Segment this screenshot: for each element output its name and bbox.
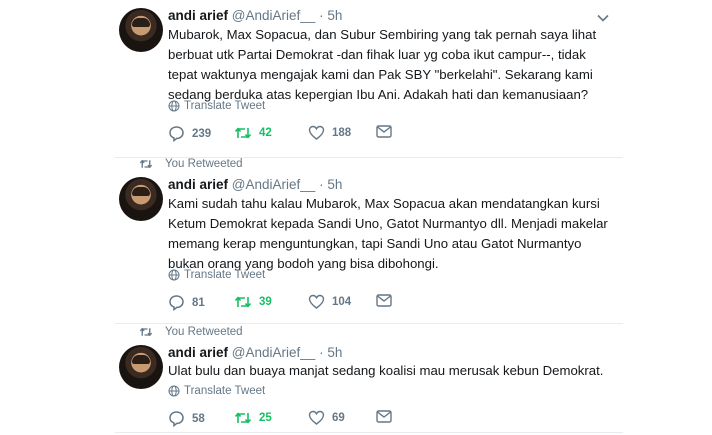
tweet-text: Ulat bulu dan buaya manjat sedang koalis…	[168, 363, 604, 378]
author-handle[interactable]: @AndiArief__	[232, 177, 316, 192]
author-name[interactable]: andi arief	[168, 8, 228, 23]
separator-dot: ·	[319, 177, 324, 192]
tweet-header: andi arief @AndiArief__ · 5h	[168, 177, 342, 192]
separator-dot: ·	[319, 8, 324, 23]
translate-label: Translate Tweet	[184, 385, 266, 397]
translate-tweet-link[interactable]: Translate Tweet	[168, 100, 265, 112]
message-icon	[376, 410, 392, 423]
reply-count: 58	[192, 412, 205, 425]
retweet-count: 42	[259, 127, 272, 139]
message-icon	[376, 294, 392, 307]
tweet-actions: 58 25 69	[168, 410, 468, 430]
retweet-button[interactable]: 42	[234, 125, 272, 141]
tweet-time[interactable]: 5h	[327, 345, 342, 360]
retweet-icon	[139, 159, 153, 169]
like-button[interactable]: 104	[308, 294, 351, 310]
like-button[interactable]: 69	[308, 410, 345, 426]
retweet-count: 39	[259, 296, 272, 308]
tweet-text: Mubarok, Max Sopacua, dan Subur Sembirin…	[168, 27, 597, 102]
reply-count: 81	[192, 296, 205, 309]
retweet-count: 25	[259, 412, 272, 424]
author-name[interactable]: andi arief	[168, 345, 228, 360]
retweet-context: You Retweeted	[139, 326, 243, 338]
like-icon	[308, 410, 325, 425]
avatar[interactable]	[119, 345, 163, 389]
tweet-header: andi arief @AndiArief__ · 5h	[168, 8, 342, 23]
retweet-context-label: You Retweeted	[165, 158, 243, 170]
tweet[interactable]: andi arief @AndiArief__ · 5h Mubarok, Ma…	[115, 0, 623, 158]
retweet-button[interactable]: 39	[234, 294, 272, 310]
reply-button[interactable]: 239	[168, 125, 211, 142]
like-icon	[308, 294, 325, 309]
tweet-actions: 81 39 104	[168, 294, 468, 314]
translate-globe-icon	[168, 385, 180, 397]
message-icon	[376, 125, 392, 138]
retweet-context-label: You Retweeted	[165, 326, 243, 338]
like-count: 188	[332, 127, 352, 139]
translate-globe-icon	[168, 100, 180, 112]
reply-icon	[169, 295, 184, 311]
avatar[interactable]	[119, 177, 163, 221]
tweet[interactable]: You Retweeted andi arief @AndiArief__ · …	[115, 326, 623, 433]
tweet-time[interactable]: 5h	[327, 8, 342, 23]
retweet-icon	[234, 127, 252, 139]
reply-count: 239	[192, 127, 212, 140]
author-name[interactable]: andi arief	[168, 177, 228, 192]
reply-icon	[169, 126, 184, 142]
reply-button[interactable]: 58	[168, 410, 205, 427]
direct-message-button[interactable]	[376, 410, 392, 423]
retweet-button[interactable]: 25	[234, 410, 272, 426]
separator-dot: ·	[319, 345, 324, 360]
retweet-icon	[234, 296, 252, 308]
like-button[interactable]: 188	[308, 125, 351, 141]
tweet-header: andi arief @AndiArief__ · 5h	[168, 345, 342, 360]
translate-label: Translate Tweet	[184, 269, 266, 281]
translate-tweet-link[interactable]: Translate Tweet	[168, 385, 265, 397]
translate-tweet-link[interactable]: Translate Tweet	[168, 269, 265, 281]
reply-button[interactable]: 81	[168, 294, 205, 311]
retweet-icon	[234, 412, 252, 424]
direct-message-button[interactable]	[376, 294, 392, 307]
translate-globe-icon	[168, 269, 180, 281]
avatar[interactable]	[119, 8, 163, 52]
author-handle[interactable]: @AndiArief__	[232, 345, 316, 360]
author-handle[interactable]: @AndiArief__	[232, 8, 316, 23]
tweet[interactable]: You Retweeted andi arief @AndiArief__ · …	[115, 158, 623, 324]
chevron-down-icon[interactable]	[596, 11, 610, 25]
like-count: 69	[332, 412, 345, 424]
timeline: andi arief @AndiArief__ · 5h Mubarok, Ma…	[115, 0, 623, 435]
retweet-icon	[139, 327, 153, 337]
tweet-actions: 239 42 188	[168, 125, 468, 145]
like-icon	[308, 125, 325, 140]
retweet-context: You Retweeted	[139, 158, 243, 170]
like-count: 104	[332, 296, 352, 308]
translate-label: Translate Tweet	[184, 100, 266, 112]
direct-message-button[interactable]	[376, 125, 392, 138]
tweet-text: Kami sudah tahu kalau Mubarok, Max Sopac…	[168, 196, 608, 271]
tweet-time[interactable]: 5h	[327, 177, 342, 192]
reply-icon	[169, 411, 184, 427]
